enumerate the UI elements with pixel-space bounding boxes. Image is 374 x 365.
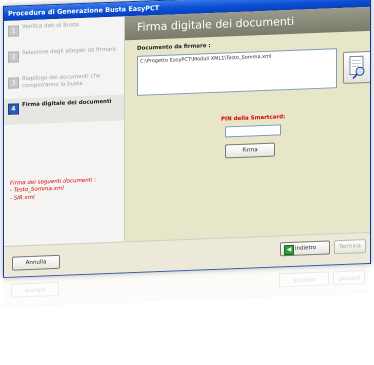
step-number-icon: 4 bbox=[8, 103, 19, 115]
step-number-icon: 1 bbox=[8, 25, 19, 37]
doc-path-field[interactable]: C:\Progetto EasyPCT\Moduli XML1\Testo_So… bbox=[137, 48, 337, 96]
steps-sidebar: 1 Verifica dati di Busta 2 Selezione deg… bbox=[4, 16, 125, 247]
step-label: Firma digitale dei documenti bbox=[22, 98, 112, 109]
step-number-icon: 3 bbox=[8, 77, 19, 89]
step-label: Riepilogo dei documenti che comporranno … bbox=[22, 73, 101, 90]
indietro-label: Indietro bbox=[295, 244, 317, 252]
step-firma[interactable]: 4 Firma digitale dei documenti bbox=[4, 94, 124, 125]
step-number-icon: 2 bbox=[8, 51, 19, 63]
main-panel: Firma digitale dei documenti Documento d… bbox=[125, 6, 371, 243]
indietro-button[interactable]: ◀ Indietro bbox=[280, 240, 330, 257]
step-label: Selezione degli allegati da firmare bbox=[22, 46, 116, 57]
window-reflection: Annulla Indietro Termina bbox=[3, 261, 369, 346]
avanti-button[interactable]: Termina bbox=[334, 239, 366, 255]
reflection-fade bbox=[3, 261, 369, 346]
firma-button[interactable]: Firma bbox=[225, 142, 275, 159]
browse-document-button[interactable] bbox=[343, 50, 371, 84]
pin-input[interactable] bbox=[225, 124, 281, 138]
document-search-icon bbox=[349, 55, 365, 80]
doc-label: Documento da firmare : bbox=[137, 43, 211, 52]
wizard-window: Procedura di Generazione Busta EasyPCT 1… bbox=[3, 0, 371, 279]
back-arrow-icon: ◀ bbox=[284, 244, 294, 256]
sign-info: Firma dei seguenti documenti : - Testo_S… bbox=[10, 177, 96, 203]
step-label: Verifica dati di Busta bbox=[22, 22, 79, 31]
pin-label: PIN della Smartcard: bbox=[221, 114, 286, 123]
annulla-button[interactable]: Annulla bbox=[12, 254, 60, 271]
